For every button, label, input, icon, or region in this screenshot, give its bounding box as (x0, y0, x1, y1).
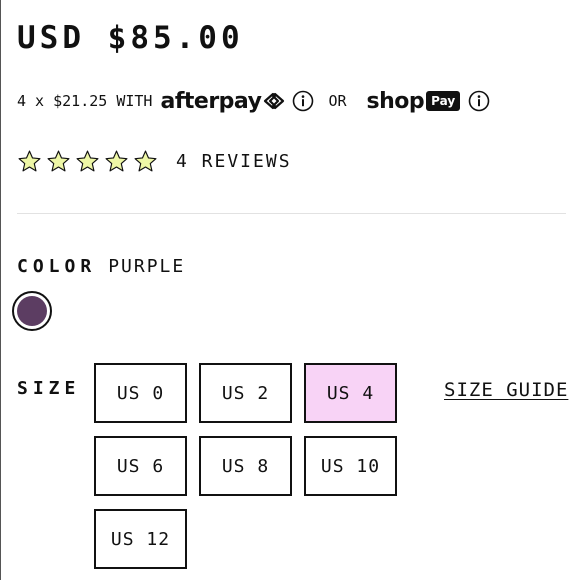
shop-pay-badge: Pay (426, 91, 461, 111)
size-option-us-12[interactable]: US 12 (94, 509, 187, 569)
reviews-link[interactable]: 4 REVIEWS (176, 151, 292, 172)
size-option-us-2[interactable]: US 2 (199, 363, 292, 423)
product-price: USD $85.00 (17, 20, 244, 56)
size-label: SIZE (17, 378, 81, 399)
shop-pay-wordmark: shop (366, 88, 425, 114)
color-swatch-purple[interactable] (12, 291, 52, 331)
star-rating (17, 149, 158, 174)
star-icon (17, 149, 42, 174)
afterpay-logo: afterpay (160, 89, 286, 114)
star-icon (104, 149, 129, 174)
star-icon (46, 149, 71, 174)
installment-info: 4 x $21.25 WITH afterpay OR shop Pay (17, 86, 490, 116)
size-option-us-4[interactable]: US 4 (304, 363, 397, 423)
installment-text: 4 x $21.25 WITH (17, 92, 153, 110)
star-icon (133, 149, 158, 174)
or-text: OR (328, 92, 347, 110)
info-icon[interactable] (292, 90, 314, 112)
info-icon[interactable] (468, 90, 490, 112)
divider (17, 213, 566, 214)
size-option-us-6[interactable]: US 6 (94, 436, 187, 496)
swatch-fill (17, 296, 47, 326)
star-icon (75, 149, 100, 174)
size-guide-link[interactable]: SIZE GUIDE (444, 379, 568, 401)
color-selector-header: COLOR PURPLE (17, 253, 185, 279)
afterpay-wordmark: afterpay (160, 88, 262, 114)
product-purchase-panel: USD $85.00 4 x $21.25 WITH afterpay OR s… (0, 0, 580, 580)
selected-color-name: PURPLE (108, 255, 186, 277)
size-option-us-0[interactable]: US 0 (94, 363, 187, 423)
size-option-us-8[interactable]: US 8 (199, 436, 292, 496)
product-rating[interactable]: 4 REVIEWS (17, 146, 292, 176)
size-option-us-10[interactable]: US 10 (304, 436, 397, 496)
color-label: COLOR (17, 255, 97, 277)
afterpay-arrows-icon (262, 91, 286, 111)
